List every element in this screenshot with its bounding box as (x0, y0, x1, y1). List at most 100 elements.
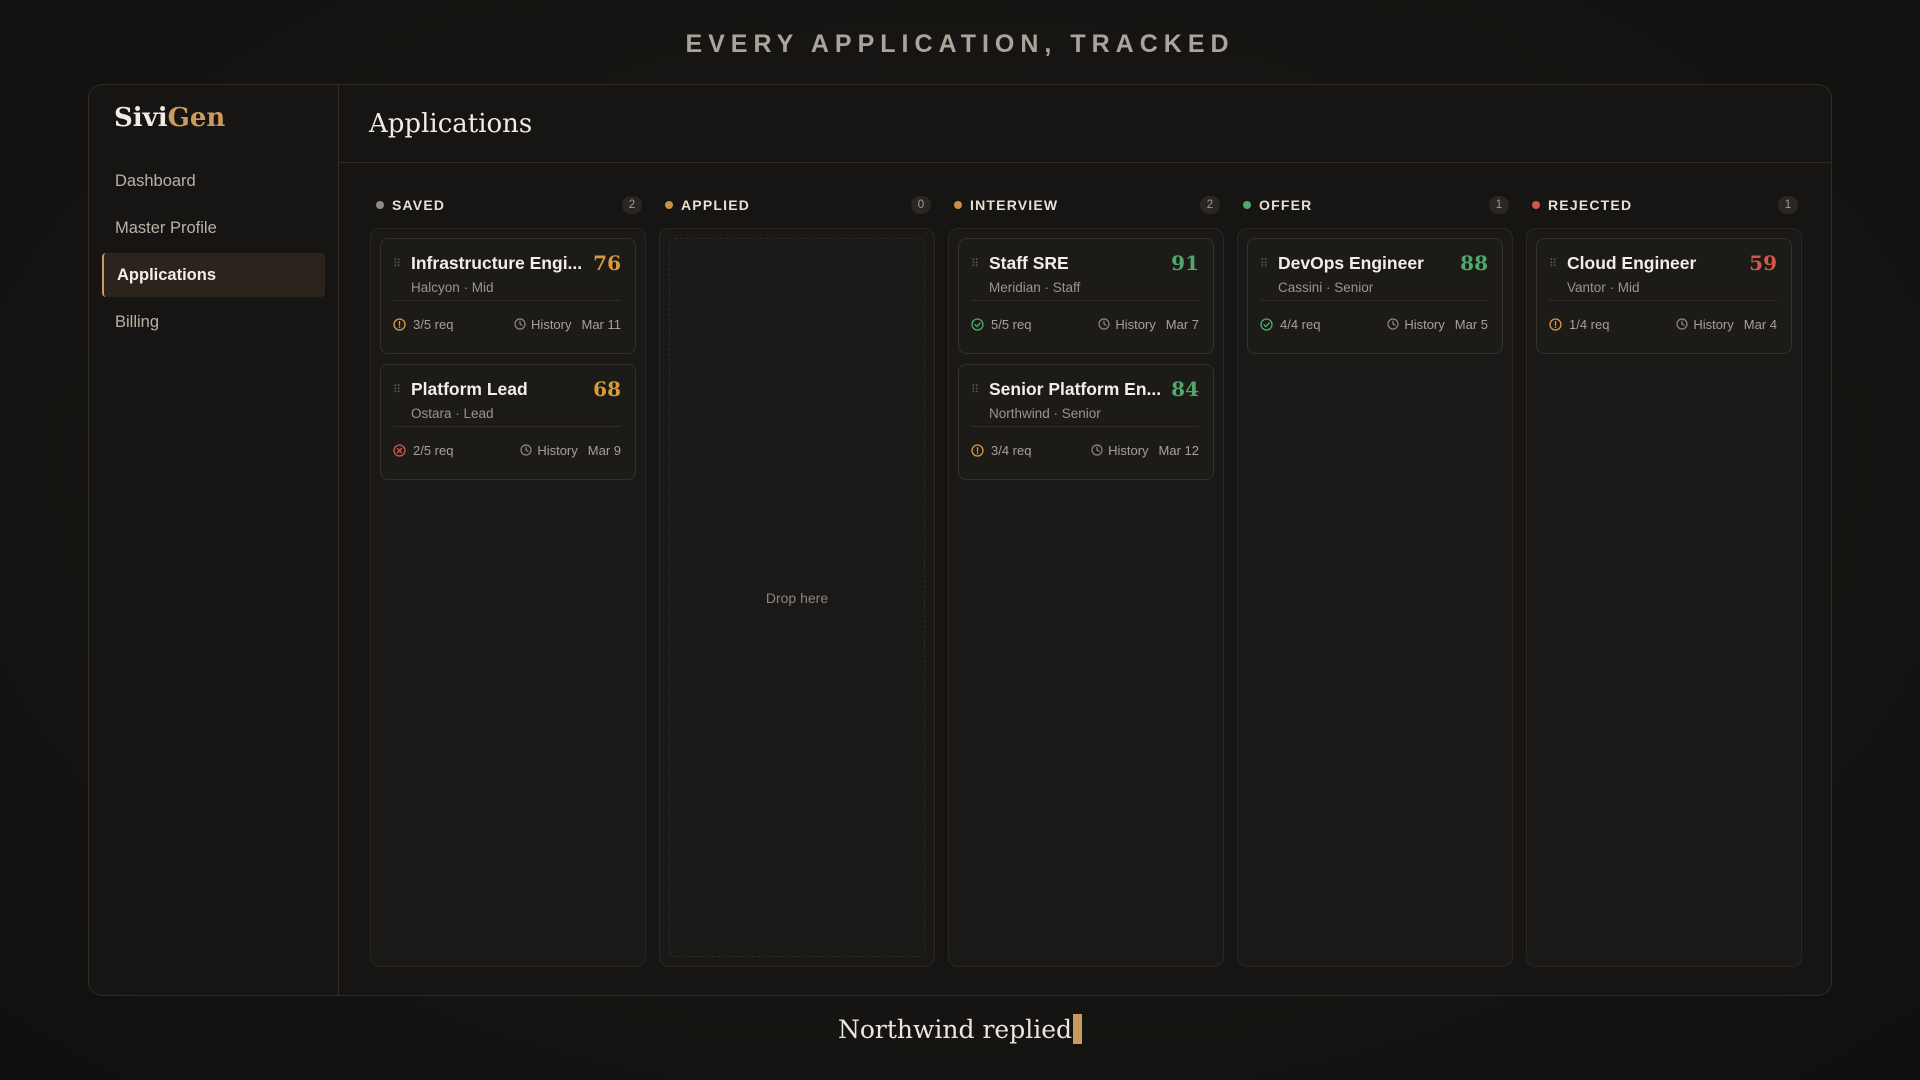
requirements-count: 3/5 req (413, 316, 454, 332)
card-date: Mar 5 (1454, 316, 1488, 332)
card-date: Mar 11 (581, 316, 622, 332)
column-dropzone[interactable]: ⠿ Staff SRE Meridian · Staff 91 5/5 req Histo… (948, 228, 1224, 967)
column-dropzone[interactable]: ⠿ Cloud Engineer Vantor · Mid 59 1/4 req Hist… (1526, 228, 1802, 967)
history-link[interactable]: History (1387, 316, 1445, 332)
column-dropzone[interactable]: Drop here (659, 228, 935, 967)
requirements-count: 3/4 req (991, 442, 1032, 458)
requirements-status: 2/5 req (393, 443, 520, 458)
card-date: Mar 7 (1165, 316, 1199, 332)
drag-handle-icon[interactable]: ⠿ (393, 377, 411, 396)
column-title: SAVED (392, 197, 446, 213)
clock-icon (520, 444, 537, 456)
history-link[interactable]: History (1098, 317, 1156, 332)
check-circle-icon (1260, 317, 1280, 331)
history-label: History (1108, 442, 1149, 458)
job-title: Platform Lead (411, 379, 528, 399)
card-header: ⠿ Staff SRE Meridian · Staff 91 (971, 251, 1199, 301)
company-level: Halcyon · Mid (411, 280, 494, 295)
card-header: ⠿ Senior Platform En... Northwind · Senior… (971, 377, 1199, 427)
check-circle-icon (971, 317, 991, 331)
sidebar: SiviGen Dashboard Master Profile Applica… (89, 85, 339, 995)
column-title: REJECTED (1548, 197, 1633, 213)
job-title: Cloud Engineer (1567, 253, 1697, 273)
sidebar-item-dashboard[interactable]: Dashboard (102, 159, 325, 203)
column-header: APPLIED 0 (659, 194, 935, 216)
application-card[interactable]: ⠿ Senior Platform En... Northwind · Senior… (958, 364, 1214, 480)
company-level: Vantor · Mid (1567, 280, 1640, 295)
history-label: History (537, 442, 578, 458)
history-link[interactable]: History (514, 316, 572, 332)
card-header: ⠿ Platform Lead Ostara · Lead 68 (393, 377, 621, 427)
clock-icon (1676, 318, 1693, 330)
card-footer: 4/4 req History Mar 5 (1260, 301, 1488, 347)
application-card[interactable]: ⠿ Platform Lead Ostara · Lead 68 2/5 req Hist… (380, 364, 636, 480)
clock-icon (1091, 444, 1108, 456)
status-dot (1243, 201, 1251, 209)
alert-circle-icon (393, 317, 413, 331)
history-label: History (1404, 316, 1445, 332)
card-info: DevOps Engineer Cassini · Senior (1278, 251, 1454, 295)
card-header: ⠿ Infrastructure Engi... Halcyon · Mid 76 (393, 251, 621, 301)
card-footer: 2/5 req History Mar 9 (393, 427, 621, 473)
card-footer: 3/4 req History Mar 12 (971, 427, 1199, 473)
requirements-count: 5/5 req (991, 316, 1032, 332)
clock-icon (1387, 318, 1404, 330)
brand-name-primary: Sivi (114, 103, 168, 133)
application-card[interactable]: ⠿ DevOps Engineer Cassini · Senior 88 4/4 re… (1247, 238, 1503, 354)
column-saved: SAVED 2 ⠿ Infrastructure Engi... Halcyon · M… (370, 194, 646, 967)
main-panel: Applications SAVED 2 ⠿ Infrastructure Engi.… (339, 85, 1831, 995)
match-score: 91 (1171, 251, 1199, 275)
drag-handle-icon[interactable]: ⠿ (971, 251, 989, 270)
card-header: ⠿ DevOps Engineer Cassini · Senior 88 (1260, 251, 1488, 301)
drag-handle-icon[interactable]: ⠿ (1260, 251, 1278, 270)
drag-handle-icon[interactable]: ⠿ (1549, 251, 1567, 270)
column-count-badge: 0 (911, 196, 931, 214)
requirements-status: 4/4 req (1260, 317, 1387, 332)
column-header: REJECTED 1 (1526, 194, 1802, 216)
column-count-badge: 1 (1489, 196, 1509, 214)
drop-here-placeholder[interactable]: Drop here (669, 238, 925, 957)
column-count-badge: 2 (622, 196, 642, 214)
tagline: EVERY APPLICATION, TRACKED (685, 30, 1235, 58)
company-level: Ostara · Lead (411, 406, 494, 421)
history-link[interactable]: History (1091, 442, 1149, 458)
column-header: INTERVIEW 2 (948, 194, 1224, 216)
sidebar-nav: Dashboard Master Profile Applications Bi… (102, 159, 325, 344)
column-interview: INTERVIEW 2 ⠿ Staff SRE Meridian · Staff 91 5/… (948, 194, 1224, 967)
brand-name-accent: Gen (167, 103, 226, 133)
drag-handle-icon[interactable]: ⠿ (971, 377, 989, 396)
job-title: Senior Platform En... (989, 379, 1162, 399)
sidebar-item-applications[interactable]: Applications (102, 253, 325, 297)
card-footer: 3/5 req History Mar 11 (393, 301, 621, 347)
company-level: Meridian · Staff (989, 280, 1081, 295)
history-label: History (531, 316, 572, 332)
card-date: Mar 12 (1158, 442, 1199, 458)
column-dropzone[interactable]: ⠿ Infrastructure Engi... Halcyon · Mid 76 3/… (370, 228, 646, 967)
column-title: APPLIED (681, 197, 751, 213)
alert-circle-icon (971, 443, 991, 457)
application-card[interactable]: ⠿ Staff SRE Meridian · Staff 91 5/5 req Histo… (958, 238, 1214, 354)
drop-here-label: Drop here (765, 589, 829, 606)
application-card[interactable]: ⠿ Cloud Engineer Vantor · Mid 59 1/4 req Hist… (1536, 238, 1792, 354)
column-dropzone[interactable]: ⠿ DevOps Engineer Cassini · Senior 88 4/4 re… (1237, 228, 1513, 967)
clock-icon (514, 318, 531, 330)
drag-handle-icon[interactable]: ⠿ (393, 251, 411, 270)
card-info: Infrastructure Engi... Halcyon · Mid (411, 251, 587, 295)
brand-logo[interactable]: SiviGen (102, 103, 325, 133)
column-header: SAVED 2 (370, 194, 646, 216)
column-applied: APPLIED 0 Drop here (659, 194, 935, 967)
toast-text: Northwind replied (837, 1015, 1072, 1044)
history-link[interactable]: History (520, 442, 578, 458)
sidebar-item-billing[interactable]: Billing (102, 300, 325, 344)
application-card[interactable]: ⠿ Infrastructure Engi... Halcyon · Mid 76 3/… (380, 238, 636, 354)
app-window: SiviGen Dashboard Master Profile Applica… (88, 84, 1832, 996)
alert-circle-icon (1549, 317, 1569, 331)
card-info: Staff SRE Meridian · Staff (989, 251, 1165, 295)
status-dot (1532, 201, 1540, 209)
sidebar-item-master-profile[interactable]: Master Profile (102, 206, 325, 250)
history-link[interactable]: History (1676, 317, 1734, 332)
column-title: INTERVIEW (970, 197, 1059, 213)
job-title: Staff SRE (989, 253, 1069, 273)
requirements-status: 5/5 req (971, 317, 1098, 332)
column-count-badge: 1 (1778, 196, 1798, 214)
